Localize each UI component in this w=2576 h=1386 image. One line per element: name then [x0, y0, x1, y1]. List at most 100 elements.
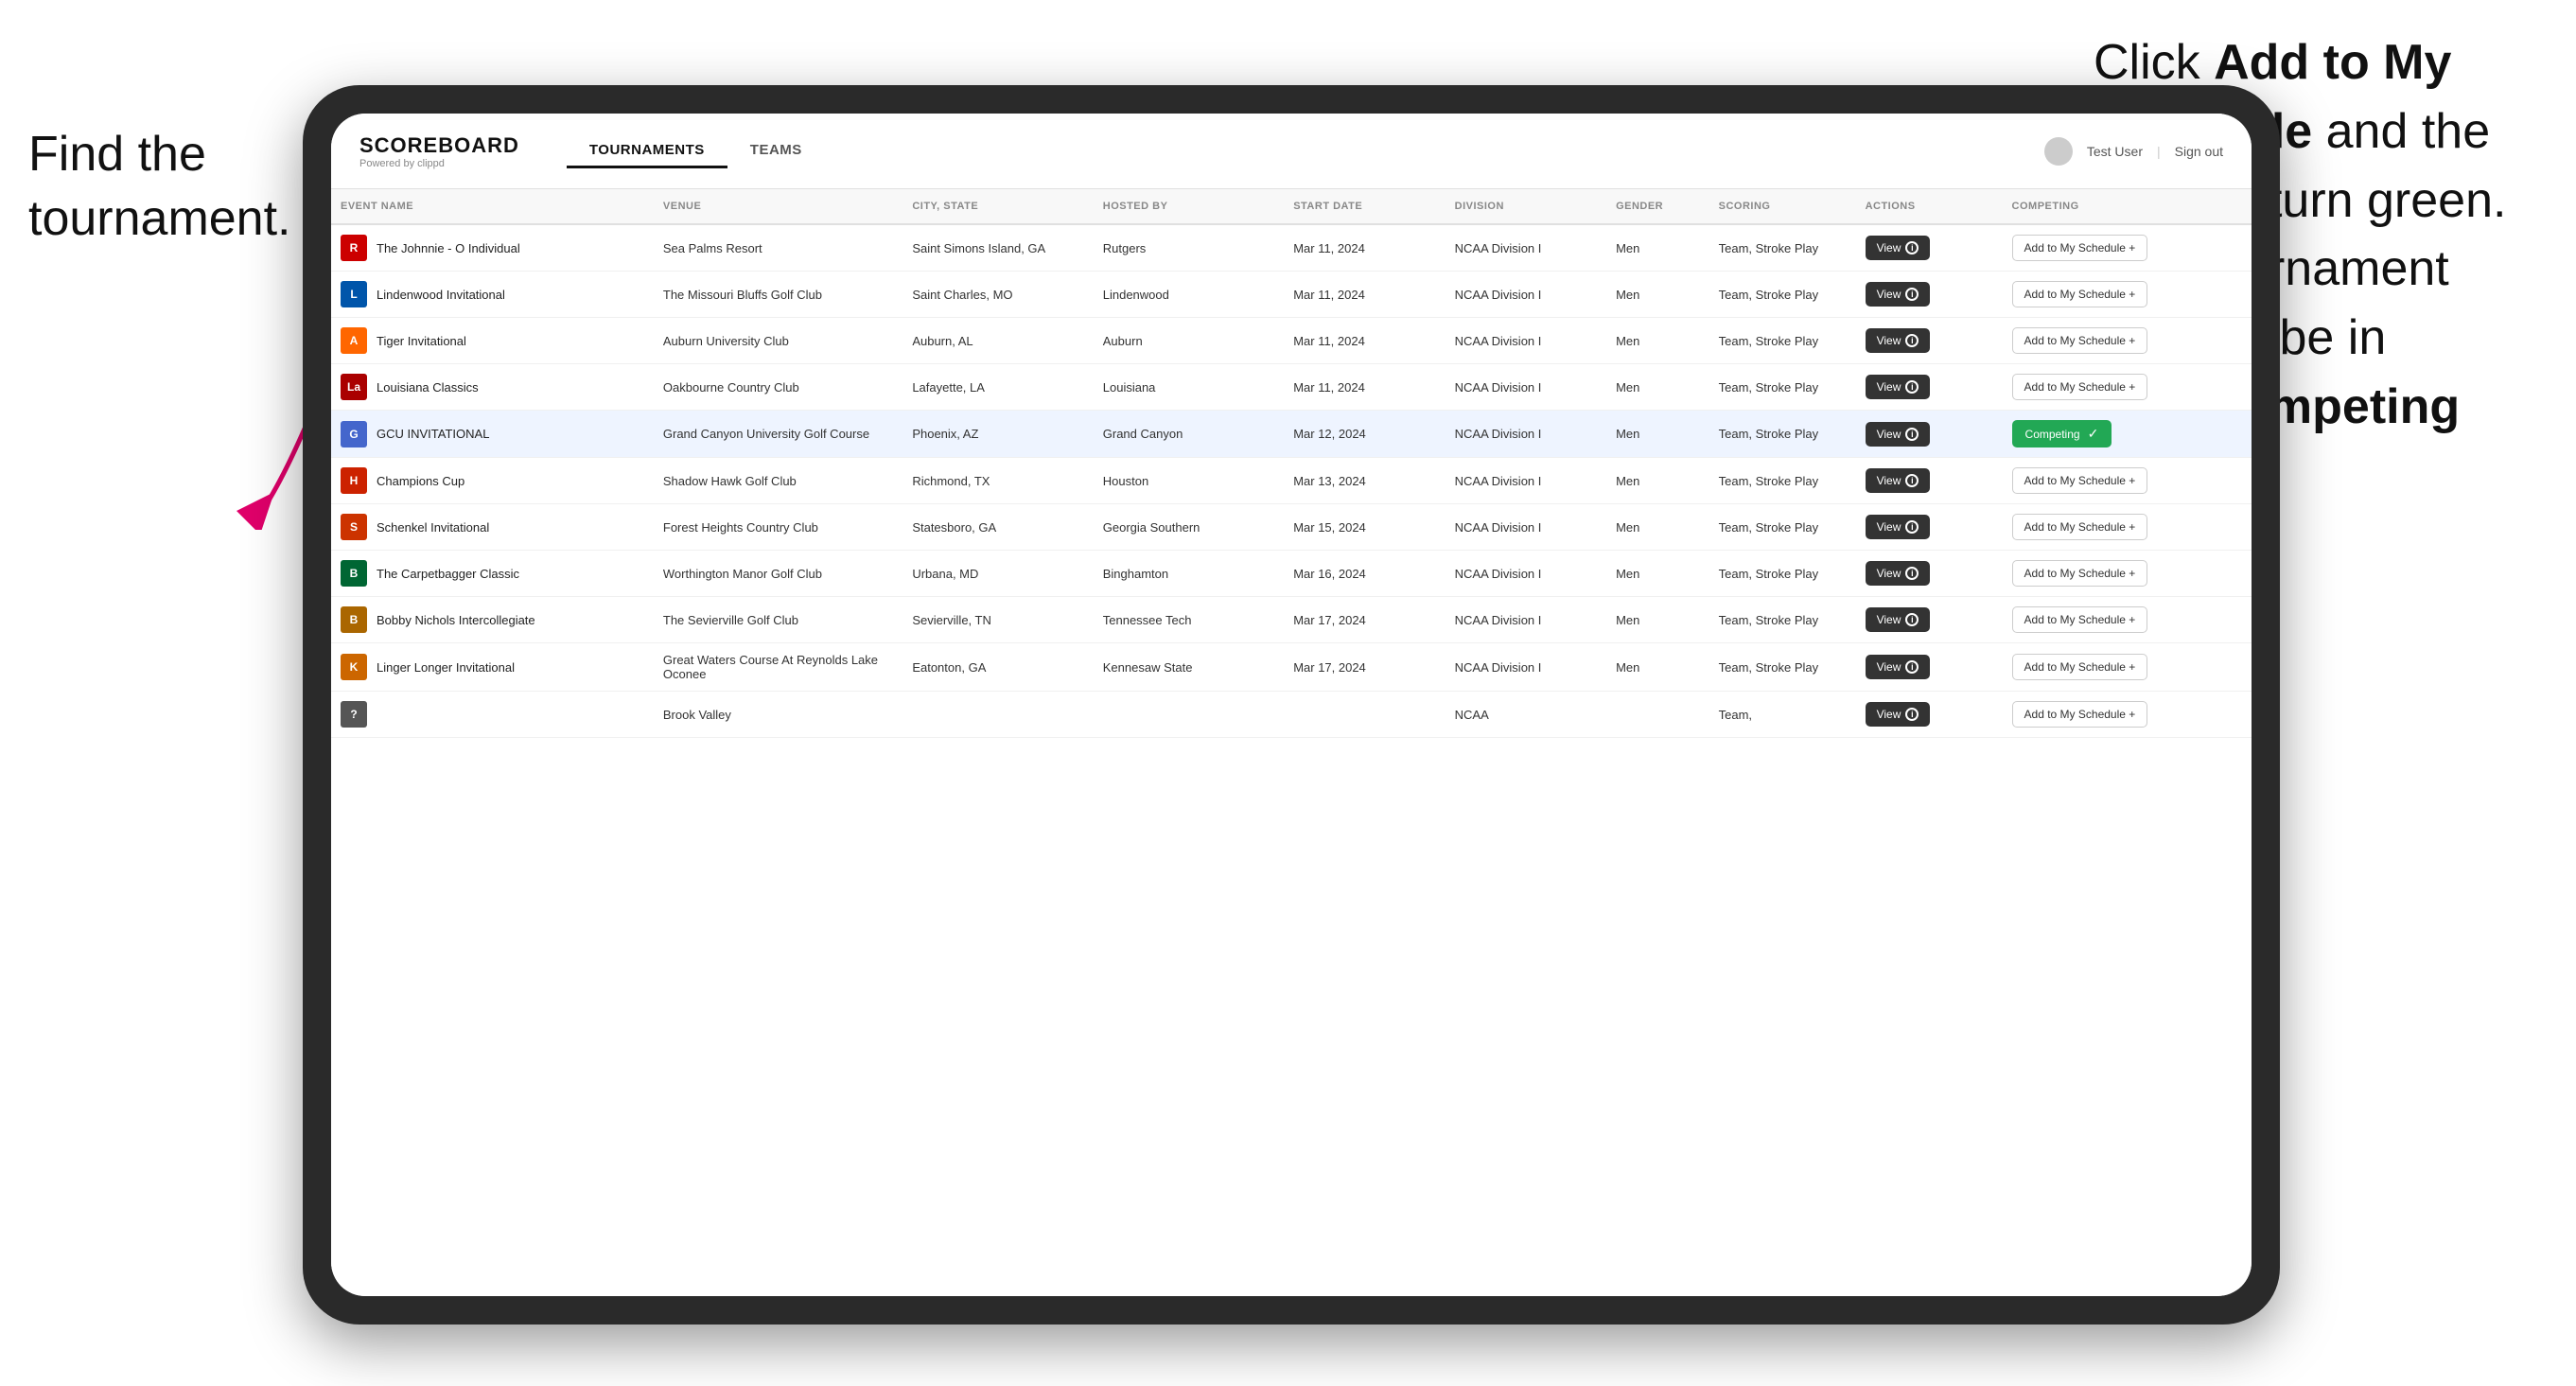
add-to-schedule-button[interactable]: Add to My Schedule + [2012, 654, 2148, 680]
view-button[interactable]: View i [1866, 702, 1931, 727]
team-logo-icon: L [341, 281, 367, 307]
info-icon: i [1905, 428, 1919, 441]
team-logo-icon: A [341, 327, 367, 354]
venue-cell: Sea Palms Resort [654, 224, 902, 272]
division-cell: NCAA Division I [1446, 411, 1606, 458]
view-button[interactable]: View i [1866, 468, 1931, 493]
gender-cell: Men [1606, 318, 1709, 364]
add-to-schedule-button[interactable]: Add to My Schedule + [2012, 374, 2148, 400]
competing-button[interactable]: Competing ✓ [2012, 420, 2112, 447]
info-icon: i [1905, 613, 1919, 626]
event-name: Bobby Nichols Intercollegiate [377, 613, 535, 627]
gender-cell [1606, 692, 1709, 738]
team-logo-icon: ? [341, 701, 367, 728]
team-logo-icon: B [341, 560, 367, 587]
nav-tabs: TOURNAMENTS TEAMS [567, 134, 825, 168]
tournaments-table: EVENT NAME VENUE CITY, STATE HOSTED BY S… [331, 189, 2252, 738]
table-row: H Champions Cup Shadow Hawk Golf ClubRic… [331, 458, 2252, 504]
tablet-frame: SCOREBOARD Powered by clippd TOURNAMENTS… [303, 85, 2280, 1325]
table-row: ? Brook ValleyNCAATeam,View iAdd to My S… [331, 692, 2252, 738]
competing-cell: Add to My Schedule + [2003, 224, 2252, 272]
date-cell: Mar 13, 2024 [1284, 458, 1445, 504]
add-to-schedule-button[interactable]: Add to My Schedule + [2012, 514, 2148, 540]
venue-cell: Brook Valley [654, 692, 902, 738]
add-to-schedule-button[interactable]: Add to My Schedule + [2012, 701, 2148, 728]
date-cell: Mar 11, 2024 [1284, 272, 1445, 318]
division-cell: NCAA Division I [1446, 597, 1606, 643]
city-cell: Urbana, MD [902, 551, 1093, 597]
col-header-scoring: SCORING [1709, 189, 1856, 224]
add-to-schedule-button[interactable]: Add to My Schedule + [2012, 327, 2148, 354]
view-button[interactable]: View i [1866, 515, 1931, 539]
event-name: Schenkel Invitational [377, 520, 489, 535]
competing-cell: Add to My Schedule + [2003, 458, 2252, 504]
actions-cell: View i [1856, 272, 2003, 318]
date-cell: Mar 12, 2024 [1284, 411, 1445, 458]
team-logo-icon: H [341, 467, 367, 494]
tablet-screen: SCOREBOARD Powered by clippd TOURNAMENTS… [331, 114, 2252, 1296]
view-button[interactable]: View i [1866, 236, 1931, 260]
logo-area: SCOREBOARD Powered by clippd [359, 133, 519, 169]
scoring-cell: Team, Stroke Play [1709, 458, 1856, 504]
scoring-cell: Team, Stroke Play [1709, 318, 1856, 364]
tab-tournaments[interactable]: TOURNAMENTS [567, 134, 727, 168]
add-to-schedule-button[interactable]: Add to My Schedule + [2012, 467, 2148, 494]
division-cell: NCAA Division I [1446, 643, 1606, 692]
gender-cell: Men [1606, 551, 1709, 597]
info-icon: i [1905, 241, 1919, 254]
view-button[interactable]: View i [1866, 607, 1931, 632]
hosted-cell: Tennessee Tech [1094, 597, 1284, 643]
table-container[interactable]: EVENT NAME VENUE CITY, STATE HOSTED BY S… [331, 189, 2252, 1296]
hosted-cell: Lindenwood [1094, 272, 1284, 318]
info-icon: i [1905, 474, 1919, 487]
team-logo-icon: R [341, 235, 367, 261]
gender-cell: Men [1606, 504, 1709, 551]
table-row: B The Carpetbagger Classic Worthington M… [331, 551, 2252, 597]
event-name: Lindenwood Invitational [377, 288, 505, 302]
event-name: The Johnnie - O Individual [377, 241, 520, 255]
city-cell: Phoenix, AZ [902, 411, 1093, 458]
division-cell: NCAA Division I [1446, 224, 1606, 272]
city-cell: Auburn, AL [902, 318, 1093, 364]
venue-cell: Forest Heights Country Club [654, 504, 902, 551]
event-name: Tiger Invitational [377, 334, 466, 348]
competing-cell: Add to My Schedule + [2003, 551, 2252, 597]
view-button[interactable]: View i [1866, 282, 1931, 307]
add-to-schedule-button[interactable]: Add to My Schedule + [2012, 606, 2148, 633]
table-row: K Linger Longer Invitational Great Water… [331, 643, 2252, 692]
sign-out-link[interactable]: Sign out [2175, 144, 2223, 159]
table-row: B Bobby Nichols Intercollegiate The Sevi… [331, 597, 2252, 643]
hosted-cell: Binghamton [1094, 551, 1284, 597]
actions-cell: View i [1856, 224, 2003, 272]
view-button[interactable]: View i [1866, 375, 1931, 399]
event-name: The Carpetbagger Classic [377, 567, 519, 581]
date-cell: Mar 11, 2024 [1284, 318, 1445, 364]
city-cell: Sevierville, TN [902, 597, 1093, 643]
view-button[interactable]: View i [1866, 422, 1931, 447]
division-cell: NCAA Division I [1446, 318, 1606, 364]
info-icon: i [1905, 288, 1919, 301]
app-logo-sub: Powered by clippd [359, 158, 519, 169]
date-cell: Mar 16, 2024 [1284, 551, 1445, 597]
team-logo-icon: K [341, 654, 367, 680]
view-button[interactable]: View i [1866, 655, 1931, 679]
info-icon: i [1905, 708, 1919, 721]
event-name: Linger Longer Invitational [377, 660, 515, 675]
tab-teams[interactable]: TEAMS [727, 134, 825, 168]
actions-cell: View i [1856, 458, 2003, 504]
hosted-cell: Rutgers [1094, 224, 1284, 272]
date-cell: Mar 15, 2024 [1284, 504, 1445, 551]
team-logo-icon: G [341, 421, 367, 447]
view-button[interactable]: View i [1866, 561, 1931, 586]
competing-cell: Add to My Schedule + [2003, 272, 2252, 318]
competing-cell: Add to My Schedule + [2003, 643, 2252, 692]
event-name: Champions Cup [377, 474, 464, 488]
hosted-cell: Kennesaw State [1094, 643, 1284, 692]
add-to-schedule-button[interactable]: Add to My Schedule + [2012, 560, 2148, 587]
add-to-schedule-button[interactable]: Add to My Schedule + [2012, 235, 2148, 261]
gender-cell: Men [1606, 458, 1709, 504]
city-cell [902, 692, 1093, 738]
venue-cell: Shadow Hawk Golf Club [654, 458, 902, 504]
add-to-schedule-button[interactable]: Add to My Schedule + [2012, 281, 2148, 307]
view-button[interactable]: View i [1866, 328, 1931, 353]
